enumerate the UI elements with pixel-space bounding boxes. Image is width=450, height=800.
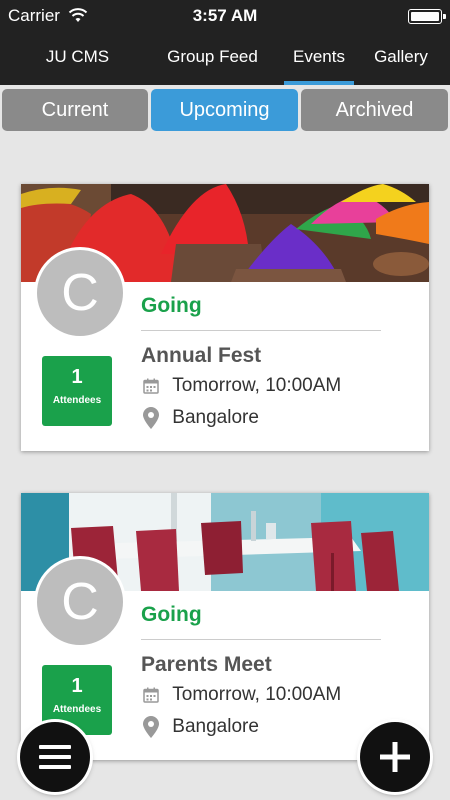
avatar[interactable]: C: [34, 556, 126, 648]
nav-item-label: Group Feed: [167, 47, 258, 66]
plus-icon: [380, 742, 410, 772]
attendee-count: 1: [71, 366, 83, 388]
rsvp-status: Going: [141, 294, 202, 317]
nav-item-label: JU CMS: [45, 47, 110, 66]
calendar-icon: [143, 378, 159, 394]
event-title: Parents Meet: [141, 653, 272, 676]
divider: [141, 639, 381, 640]
status-bar: Carrier 3:57 AM: [0, 0, 450, 32]
calendar-icon: [143, 687, 159, 703]
segment-archived[interactable]: Archived: [301, 89, 448, 131]
rsvp-status: Going: [141, 603, 202, 626]
nav-item-events[interactable]: Events: [284, 32, 354, 85]
nav-item-ju-cms[interactable]: JU CMS: [0, 32, 155, 85]
segment-current[interactable]: Current: [2, 89, 148, 131]
menu-button[interactable]: [20, 722, 90, 792]
nav-item-label: Gallery: [374, 47, 428, 66]
event-card[interactable]: C Going 1 Attendees Annual Fest Tomorrow…: [21, 184, 429, 451]
event-location-row: Bangalore: [143, 406, 259, 430]
event-datetime-row: Tomorrow, 10:00AM: [143, 374, 341, 398]
active-tab-indicator: [284, 81, 354, 85]
nav-item-label: Events: [293, 47, 345, 66]
event-card[interactable]: C Going 1 Attendees Parents Meet Tomorro…: [21, 493, 429, 760]
event-title: Annual Fest: [141, 344, 262, 367]
attendee-label: Attendees: [52, 704, 102, 715]
segment-upcoming[interactable]: Upcoming: [151, 89, 298, 131]
status-time: 3:57 AM: [192, 6, 258, 25]
add-event-button[interactable]: [360, 722, 430, 792]
avatar-letter: C: [61, 264, 99, 322]
location-pin-icon: [143, 407, 159, 429]
nav-item-gallery[interactable]: Gallery: [366, 32, 436, 85]
event-datetime: Tomorrow, 10:00AM: [172, 375, 342, 396]
event-datetime: Tomorrow, 10:00AM: [172, 684, 342, 705]
attendees-badge[interactable]: 1 Attendees: [42, 356, 112, 426]
event-filter-segments: Current Upcoming Archived: [0, 88, 450, 132]
divider: [141, 330, 381, 331]
attendee-label: Attendees: [52, 395, 102, 406]
event-location-row: Bangalore: [143, 715, 259, 739]
hamburger-icon: [39, 745, 71, 769]
segment-label: Archived: [335, 99, 414, 121]
event-datetime-row: Tomorrow, 10:00AM: [143, 683, 341, 707]
top-nav: JU CMS Group Feed Events Gallery: [0, 32, 450, 85]
event-location: Bangalore: [172, 407, 259, 428]
attendee-count: 1: [71, 675, 83, 697]
event-location: Bangalore: [172, 716, 259, 737]
segment-label: Current: [41, 99, 109, 121]
location-pin-icon: [143, 716, 159, 738]
avatar-letter: C: [61, 573, 99, 631]
nav-item-group-feed[interactable]: Group Feed: [155, 32, 270, 85]
battery-icon: [408, 9, 446, 24]
segment-label: Upcoming: [179, 99, 270, 121]
avatar[interactable]: C: [34, 247, 126, 339]
